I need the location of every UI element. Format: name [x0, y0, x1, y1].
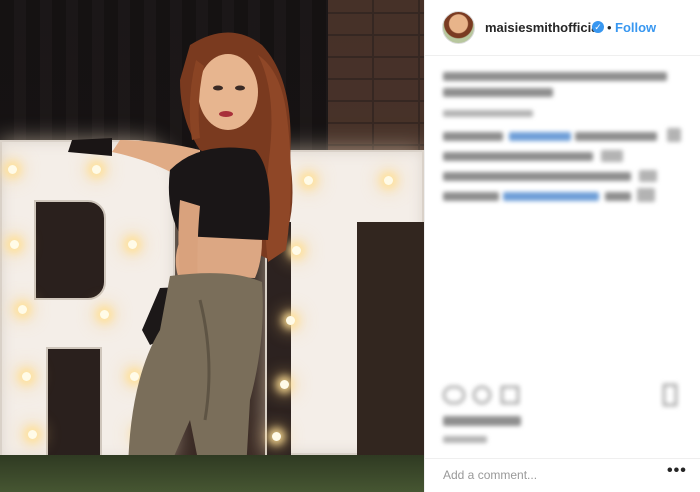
comment-icon[interactable]	[473, 386, 491, 404]
post-header: maisiesmithofficial ✓ • Follow	[425, 0, 700, 56]
post-photo[interactable]	[0, 0, 424, 492]
bookmark-icon[interactable]	[663, 384, 677, 406]
add-comment-input[interactable]	[443, 466, 653, 484]
heart-icon[interactable]	[443, 386, 465, 404]
person-posing	[68, 32, 293, 470]
comment-divider	[425, 458, 700, 459]
post-side-panel: maisiesmithofficial ✓ • Follow •••	[424, 0, 700, 492]
follow-button[interactable]: Follow	[615, 20, 656, 35]
avatar[interactable]	[442, 11, 475, 44]
more-options-icon[interactable]: •••	[667, 462, 687, 480]
username-link[interactable]: maisiesmithofficial	[485, 20, 602, 35]
share-icon[interactable]	[501, 386, 519, 404]
verified-badge-icon: ✓	[592, 21, 604, 33]
floor-grass	[0, 455, 424, 492]
header-separator: •	[607, 20, 612, 35]
